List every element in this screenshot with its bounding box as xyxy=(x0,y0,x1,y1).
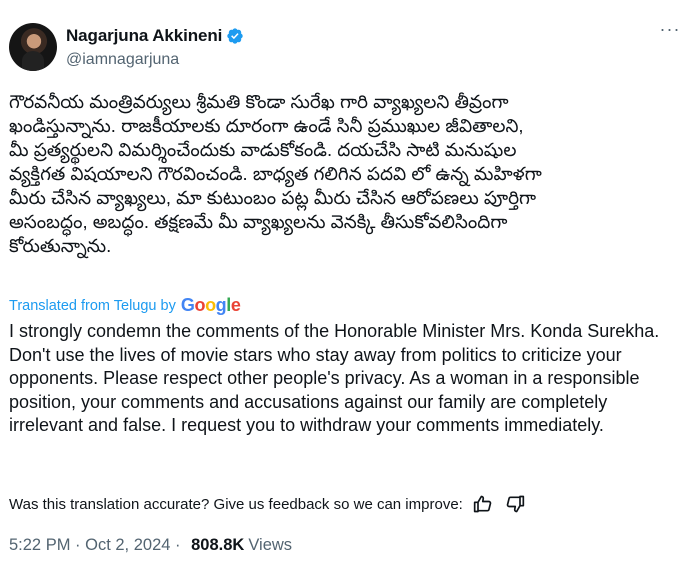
more-options-icon[interactable]: ··· xyxy=(656,20,684,44)
translation-attribution: Translated from Telugu by Google xyxy=(9,295,241,316)
tweet-original-text: గౌరవనీయ మంత్రివర్యులు శ్రీమతి కొండా సురే… xyxy=(9,91,542,256)
tweet-time[interactable]: 5:22 PM xyxy=(9,536,70,555)
thumbs-up-icon[interactable] xyxy=(473,494,495,514)
author-handle[interactable]: @iamnagarjuna xyxy=(66,51,179,69)
meta-separator: · xyxy=(70,536,86,554)
views-count[interactable]: 808.8K xyxy=(191,536,244,555)
meta-separator-2: · xyxy=(170,536,186,554)
thumbs-down-icon[interactable] xyxy=(505,494,527,514)
feedback-prompt: Was this translation accurate? Give us f… xyxy=(9,495,463,513)
views-label: Views xyxy=(248,536,293,554)
translated-from-label: Translated from Telugu by xyxy=(9,297,176,314)
verified-badge-icon[interactable] xyxy=(226,27,244,45)
tweet-translation: I strongly condemn the comments of the H… xyxy=(9,321,660,435)
translation-feedback: Was this translation accurate? Give us f… xyxy=(9,494,527,514)
author-name-row[interactable]: Nagarjuna Akkineni xyxy=(66,26,244,46)
tweet-date[interactable]: Oct 2, 2024 xyxy=(85,536,170,555)
tweet-card: Nagarjuna Akkineni @iamnagarjuna ··· గౌర… xyxy=(0,0,694,567)
google-logo: Google xyxy=(180,295,241,315)
avatar[interactable] xyxy=(9,23,57,71)
tweet-meta: 5:22 PM · Oct 2, 2024 · 808.8K Views xyxy=(9,536,292,555)
tweet-header: Nagarjuna Akkineni @iamnagarjuna ··· xyxy=(9,18,684,73)
author-display-name[interactable]: Nagarjuna Akkineni xyxy=(66,26,222,46)
